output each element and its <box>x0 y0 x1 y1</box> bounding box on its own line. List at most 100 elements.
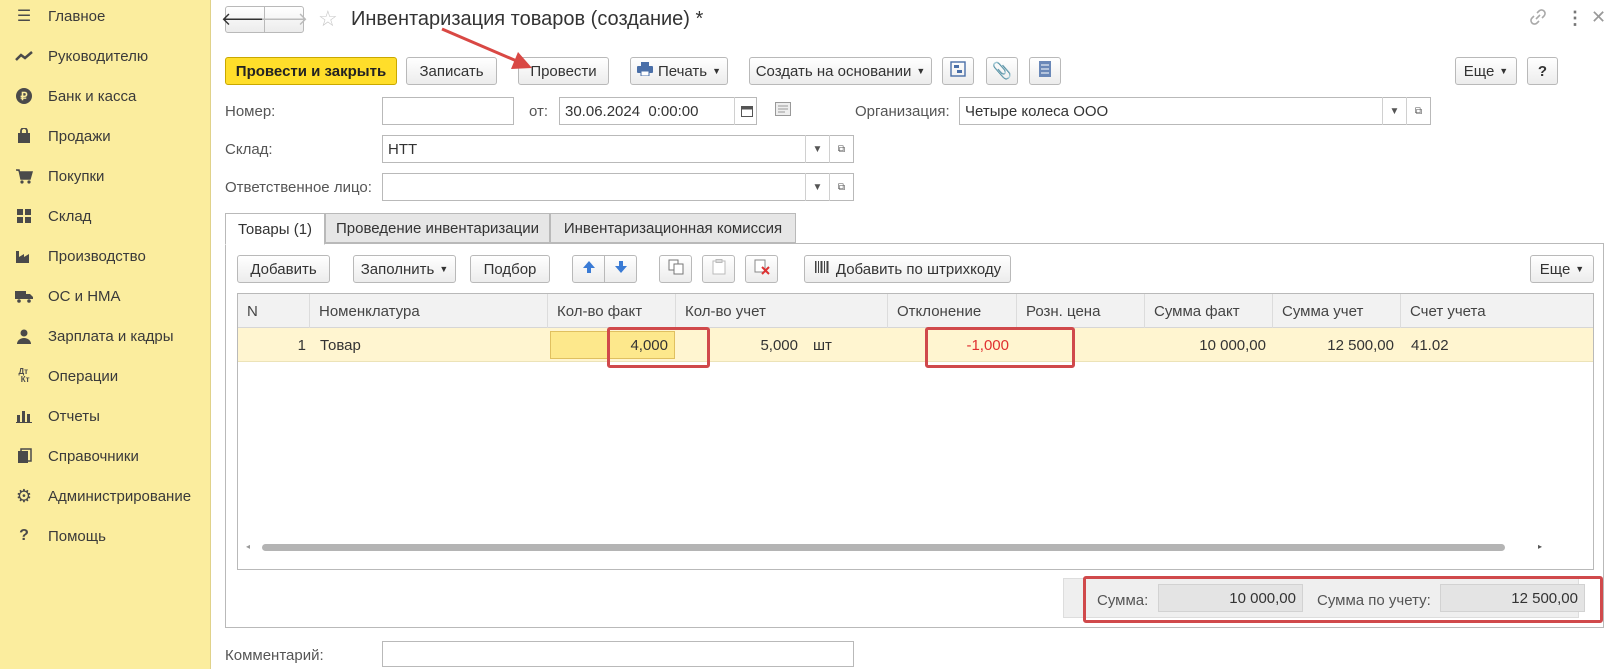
delete-icon <box>754 259 770 279</box>
paperclip-icon: 📎 <box>992 63 1012 80</box>
sidebar-item-bank[interactable]: ₽ Банк и касса <box>0 80 211 112</box>
open-icon[interactable]: ⧉ <box>829 135 853 163</box>
sidebar-item-purchases[interactable]: Покупки <box>0 160 211 192</box>
number-input[interactable] <box>382 97 514 125</box>
add-by-barcode-label: Добавить по штрихкоду <box>835 260 1002 278</box>
cell-sum-account: 12 500,00 <box>1327 336 1394 354</box>
fill-button[interactable]: Заполнить ▼ <box>353 255 456 283</box>
column-header-qty-account[interactable]: Кол-во учет <box>676 294 888 328</box>
warehouse-input[interactable]: НТТ ▼ ⧉ <box>382 135 854 163</box>
sidebar-item-main[interactable]: ☰ Главное <box>0 0 211 32</box>
sidebar-item-sales[interactable]: Продажи <box>0 120 211 152</box>
sidebar-item-salary[interactable]: Зарплата и кадры <box>0 320 211 352</box>
post-and-close-button[interactable]: Провести и закрыть <box>225 57 397 85</box>
cell-qty-fact-input[interactable]: 4,000 <box>550 331 675 359</box>
cell-sum-fact: 10 000,00 <box>1199 336 1266 354</box>
add-button[interactable]: Добавить <box>237 255 330 283</box>
gear-icon: ⚙ <box>15 485 33 506</box>
arrow-up-icon <box>582 260 596 278</box>
scroll-left-icon[interactable]: ◂ <box>246 542 250 551</box>
sidebar-item-label: Операции <box>48 367 119 385</box>
cell-item[interactable]: Товар <box>320 329 540 361</box>
responsible-label: Ответственное лицо: <box>225 179 372 196</box>
tab-inventory-commission[interactable]: Инвентаризационная комиссия <box>550 213 796 243</box>
more-button-label: Еще <box>1463 62 1495 80</box>
chevron-down-icon[interactable]: ▼ <box>805 135 829 163</box>
arrow-right-icon: 🡒 <box>259 9 309 29</box>
document-number-icon[interactable] <box>775 102 791 120</box>
sidebar-item-production[interactable]: Производство <box>0 240 211 272</box>
tab-goods[interactable]: Товары (1) <box>225 213 325 245</box>
open-icon[interactable]: ⧉ <box>1406 97 1430 125</box>
delete-row-button[interactable] <box>745 255 778 283</box>
structure-button[interactable] <box>942 57 974 85</box>
attach-button[interactable]: 📎 <box>986 57 1018 85</box>
truck-icon <box>0 289 48 303</box>
selection-button[interactable]: Подбор <box>470 255 550 283</box>
table-more-button[interactable]: Еще ▼ <box>1530 255 1594 283</box>
sidebar-item-manager[interactable]: Руководителю <box>0 40 211 72</box>
forward-button[interactable]: 🡒 <box>260 6 308 33</box>
tab-inventory-process[interactable]: Проведение инвентаризации <box>325 213 550 243</box>
print-button-label: Печать <box>657 62 708 80</box>
move-down-button[interactable] <box>604 255 637 283</box>
factory-icon <box>0 248 48 264</box>
sidebar-item-label: Руководителю <box>48 47 149 65</box>
sidebar-item-admin[interactable]: ⚙ Администрирование <box>0 480 211 512</box>
responsible-input[interactable]: ▼ ⧉ <box>382 173 854 201</box>
column-header-deviation[interactable]: Отклонение <box>888 294 1017 328</box>
sidebar-item-warehouse[interactable]: Склад <box>0 200 211 232</box>
more-button[interactable]: Еще ▼ <box>1455 57 1517 85</box>
date-input[interactable]: 30.06.2024 0:00:00 <box>559 97 757 125</box>
chevron-down-icon: ▼ <box>1575 264 1585 274</box>
create-based-on-button[interactable]: Создать на основании ▼ <box>749 57 932 85</box>
column-header-sum-fact[interactable]: Сумма факт <box>1145 294 1273 328</box>
comment-input[interactable] <box>382 641 854 667</box>
table-header: N Номенклатура Кол-во факт Кол-во учет О… <box>238 294 1593 328</box>
column-header-account[interactable]: Счет учета <box>1401 294 1593 328</box>
cart-icon <box>0 168 48 184</box>
print-button[interactable]: Печать ▼ <box>630 57 728 85</box>
open-icon[interactable]: ⧉ <box>829 173 853 201</box>
sidebar-item-reports[interactable]: Отчеты <box>0 400 211 432</box>
column-header-item[interactable]: Номенклатура <box>310 294 548 328</box>
sidebar-item-fixed-assets[interactable]: ОС и НМА <box>0 280 211 312</box>
sidebar-item-operations[interactable]: Дт Кт Операции <box>0 360 211 392</box>
fill-button-label: Заполнить <box>360 260 435 278</box>
sidebar-item-label: Главное <box>48 7 106 25</box>
organization-input[interactable]: Четыре колеса ООО ▼ ⧉ <box>959 97 1431 125</box>
cell-account[interactable]: 41.02 <box>1411 329 1561 361</box>
register-button[interactable] <box>1029 57 1061 85</box>
column-header-sum-account[interactable]: Сумма учет <box>1273 294 1401 328</box>
chevron-down-icon: ▼ <box>916 66 926 76</box>
barcode-icon <box>814 260 830 278</box>
star-icon[interactable]: ☆ <box>318 6 338 32</box>
help-button[interactable]: ? <box>1527 57 1558 85</box>
sidebar-item-references[interactable]: Справочники <box>0 440 211 472</box>
add-by-barcode-button[interactable]: Добавить по штрихкоду <box>804 255 1011 283</box>
question-icon: ? <box>19 527 29 544</box>
table-more-label: Еще <box>1539 260 1571 278</box>
horizontal-scrollbar[interactable] <box>262 544 1505 551</box>
number-label: Номер: <box>225 103 276 120</box>
link-icon[interactable] <box>1529 8 1547 31</box>
column-header-qty-fact[interactable]: Кол-во факт <box>548 294 676 328</box>
close-icon[interactable]: ✕ <box>1591 7 1606 28</box>
copy-button[interactable] <box>659 255 692 283</box>
column-header-retail-price[interactable]: Розн. цена <box>1017 294 1145 328</box>
paste-button[interactable] <box>702 255 735 283</box>
chevron-down-icon[interactable]: ▼ <box>805 173 829 201</box>
calendar-icon[interactable] <box>734 97 758 125</box>
chevron-down-icon[interactable]: ▼ <box>1382 97 1406 125</box>
structure-icon <box>950 61 966 81</box>
more-vertical-icon[interactable]: ⋮ <box>1566 8 1584 29</box>
cell-retail-price[interactable] <box>1017 329 1138 361</box>
sidebar: ☰ Главное Руководителю ₽ Банк и касса Пр… <box>0 0 211 669</box>
move-up-button[interactable] <box>572 255 605 283</box>
scroll-right-icon[interactable]: ▸ <box>1538 542 1542 551</box>
person-icon <box>0 328 48 344</box>
chevron-down-icon: ▼ <box>439 264 449 274</box>
column-header-n[interactable]: N <box>238 294 310 328</box>
sidebar-item-help[interactable]: ? Помощь <box>0 520 211 552</box>
paste-icon <box>711 259 727 279</box>
